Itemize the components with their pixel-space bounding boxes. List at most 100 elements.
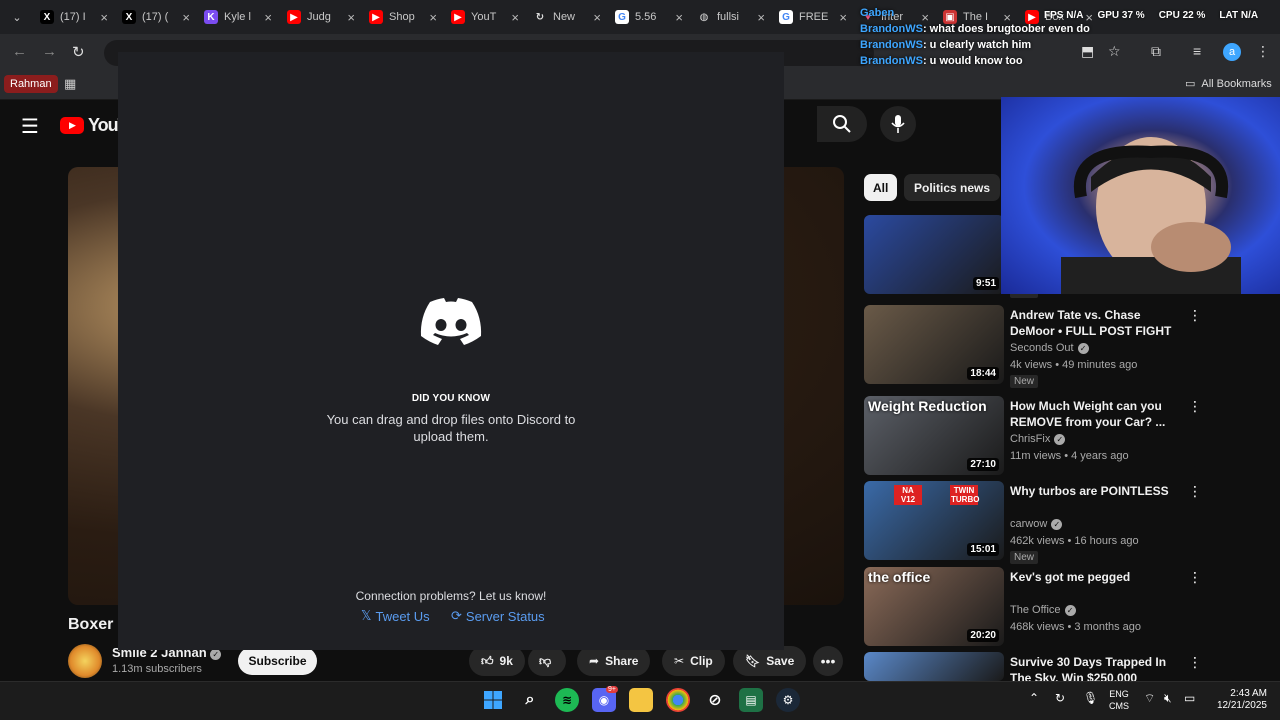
clip-button[interactable]: ✂ Clip (662, 646, 725, 676)
connection-problems-text: Connection problems? Let us know! (355, 589, 547, 603)
recommended-title[interactable]: Why turbos are POINTLESS (1010, 483, 1185, 499)
recommended-meta: 462k views • 16 hours ago (1010, 535, 1139, 547)
chip-politics-news[interactable]: Politics news (904, 174, 1001, 201)
server-status-link[interactable]: ⟳ Server Status (451, 608, 545, 624)
video-thumbnail[interactable]: Weight Reduction 27:10 (864, 396, 1004, 475)
more-options-icon[interactable]: ⋮ (1188, 569, 1202, 586)
video-thumbnail[interactable]: NA V12 TWIN TURBO 15:01 (864, 481, 1004, 560)
chevron-up-icon[interactable]: ⌃ (1029, 691, 1039, 705)
volume-muted-icon[interactable]: 🔇︎ (1164, 691, 1172, 706)
share-button[interactable]: ➦ Share (577, 646, 651, 676)
apps-grid-icon[interactable]: ▦ (64, 76, 76, 92)
system-clock[interactable]: 2:43 AM 12/21/2025 (1205, 688, 1267, 712)
close-tab-icon[interactable]: × (757, 10, 765, 25)
new-badge: New (1010, 375, 1039, 388)
chip-all[interactable]: All (864, 174, 898, 201)
close-tab-icon[interactable]: × (100, 10, 108, 25)
wifi-icon[interactable]: ⌔ (1144, 691, 1155, 706)
sync-icon[interactable]: ↻ (1055, 691, 1065, 705)
browser-tab[interactable]: ▶ YouT × (445, 4, 525, 30)
close-tab-icon[interactable]: × (429, 10, 437, 25)
extensions-icon[interactable]: ⧉ (1151, 43, 1161, 60)
back-arrow-icon[interactable]: ← (12, 43, 27, 60)
recommended-video[interactable]: 18:44 Andrew Tate vs. Chase DeMoor • FULL… (864, 305, 1274, 388)
browser-tab[interactable]: ◍ fullsi × (691, 4, 771, 30)
start-button[interactable] (481, 688, 505, 712)
close-tab-icon[interactable]: × (347, 10, 355, 25)
more-options-icon[interactable]: ⋮ (1188, 483, 1202, 500)
reload-icon[interactable]: ↻ (72, 43, 85, 61)
steam-app[interactable]: ⚙ (776, 688, 800, 712)
browser-tab[interactable]: ▶ Judg × (281, 4, 361, 30)
more-horizontal-icon: ••• (820, 653, 836, 669)
more-actions-button[interactable]: ••• (813, 646, 843, 676)
tab-search-button[interactable]: ⌄ (6, 7, 28, 27)
browser-tab[interactable]: X (17) I × (34, 4, 114, 30)
recommended-channel[interactable]: Seconds Out ✓ (1010, 342, 1089, 354)
tab-label: Kyle l (224, 11, 251, 23)
spreadsheet-app[interactable]: ▤ (739, 688, 763, 712)
video-thumbnail[interactable] (864, 652, 1004, 681)
tweet-us-link[interactable]: 𝕏 Tweet Us (361, 608, 430, 624)
recommended-video[interactable]: NA V12 TWIN TURBO 15:01 Why turbos are POIN… (864, 481, 1274, 564)
video-thumbnail[interactable]: 18:44 (864, 305, 1004, 384)
recommended-video[interactable]: 9:51New (864, 215, 1039, 298)
spotify-app[interactable]: ≋ (555, 688, 579, 712)
voice-search-button[interactable] (880, 106, 916, 142)
channel-avatar[interactable] (68, 644, 102, 678)
dislike-button[interactable]: 👎︎ (528, 646, 566, 676)
recommended-channel[interactable]: carwow ✓ (1010, 518, 1063, 530)
close-tab-icon[interactable]: × (675, 10, 683, 25)
browser-tab[interactable]: ↻ New × (527, 4, 607, 30)
thumbnail-text: the office (868, 569, 931, 585)
browser-tab[interactable]: G 5.56 × (609, 4, 689, 30)
input-language[interactable]: ENG CMS (1109, 688, 1129, 712)
bookmark-profile[interactable]: Rahman (4, 75, 58, 93)
server-status-label: Server Status (465, 608, 545, 624)
forward-arrow-icon[interactable]: → (42, 43, 57, 60)
video-duration: 20:20 (967, 629, 999, 642)
recommended-title[interactable]: How Much Weight can you REMOVE from your… (1010, 398, 1185, 430)
recommended-video[interactable]: the office 20:20 Kev's got me pegged ⋮ The O… (864, 567, 1274, 647)
microphone-tray-icon[interactable]: 🎙︎ (1083, 691, 1098, 705)
recommended-video[interactable]: Survive 30 Days Trapped In The Sky, Win … (864, 652, 1274, 685)
taskbar-search[interactable]: ⌕ (518, 688, 542, 712)
close-tab-icon[interactable]: × (264, 10, 272, 25)
discord-loading-window (118, 52, 784, 650)
close-tab-icon[interactable]: × (839, 10, 847, 25)
video-thumbnail[interactable]: 9:51 (864, 215, 1004, 294)
kick-icon: K (204, 10, 218, 24)
more-options-icon[interactable]: ⋮ (1188, 654, 1202, 671)
video-thumbnail[interactable]: the office 20:20 (864, 567, 1004, 646)
clip-label: Clip (690, 654, 713, 668)
close-tab-icon[interactable]: × (182, 10, 190, 25)
recommended-title[interactable]: Kev's got me pegged (1010, 569, 1185, 585)
like-button[interactable]: 👍︎ 9k (469, 646, 525, 676)
media-controls-icon[interactable]: ≡ (1193, 43, 1201, 59)
file-explorer-app[interactable] (629, 688, 653, 712)
recommended-channel[interactable]: The Office ✓ (1010, 604, 1076, 616)
recommended-video[interactable]: Weight Reduction 27:10 How Much Weight can… (864, 396, 1274, 476)
kebab-menu-icon[interactable]: ⋮ (1256, 43, 1270, 60)
tab-label: 5.56 (635, 11, 657, 23)
profile-avatar[interactable]: a (1223, 43, 1241, 61)
hamburger-menu-icon[interactable]: ☰ (21, 114, 39, 139)
chrome-app[interactable] (666, 688, 690, 712)
recommended-channel[interactable]: ChrisFix ✓ (1010, 433, 1066, 445)
all-bookmarks-button[interactable]: ▭ All Bookmarks (1185, 77, 1272, 91)
more-options-icon[interactable]: ⋮ (1188, 398, 1202, 415)
search-button[interactable] (817, 106, 867, 142)
browser-tab[interactable]: K Kyle l × (198, 4, 278, 30)
battery-icon[interactable]: ▭ (1184, 691, 1195, 705)
save-button[interactable]: 🔖︎ Save (733, 646, 807, 676)
browser-tab[interactable]: X (17) (× (116, 4, 196, 30)
subscribe-button[interactable]: Subscribe (238, 647, 317, 675)
bookmark-star-icon[interactable]: ☆ (1108, 43, 1121, 60)
recommended-meta: 468k views • 3 months ago (1010, 621, 1142, 633)
recording-app[interactable]: ⊘ (703, 688, 727, 712)
close-tab-icon[interactable]: × (593, 10, 601, 25)
browser-tab[interactable]: ▶ Shop × (363, 4, 443, 30)
browser-tab[interactable]: G FREE × (773, 4, 853, 30)
chat-text: : what does brugtoober even do (922, 23, 1090, 35)
close-tab-icon[interactable]: × (511, 10, 519, 25)
